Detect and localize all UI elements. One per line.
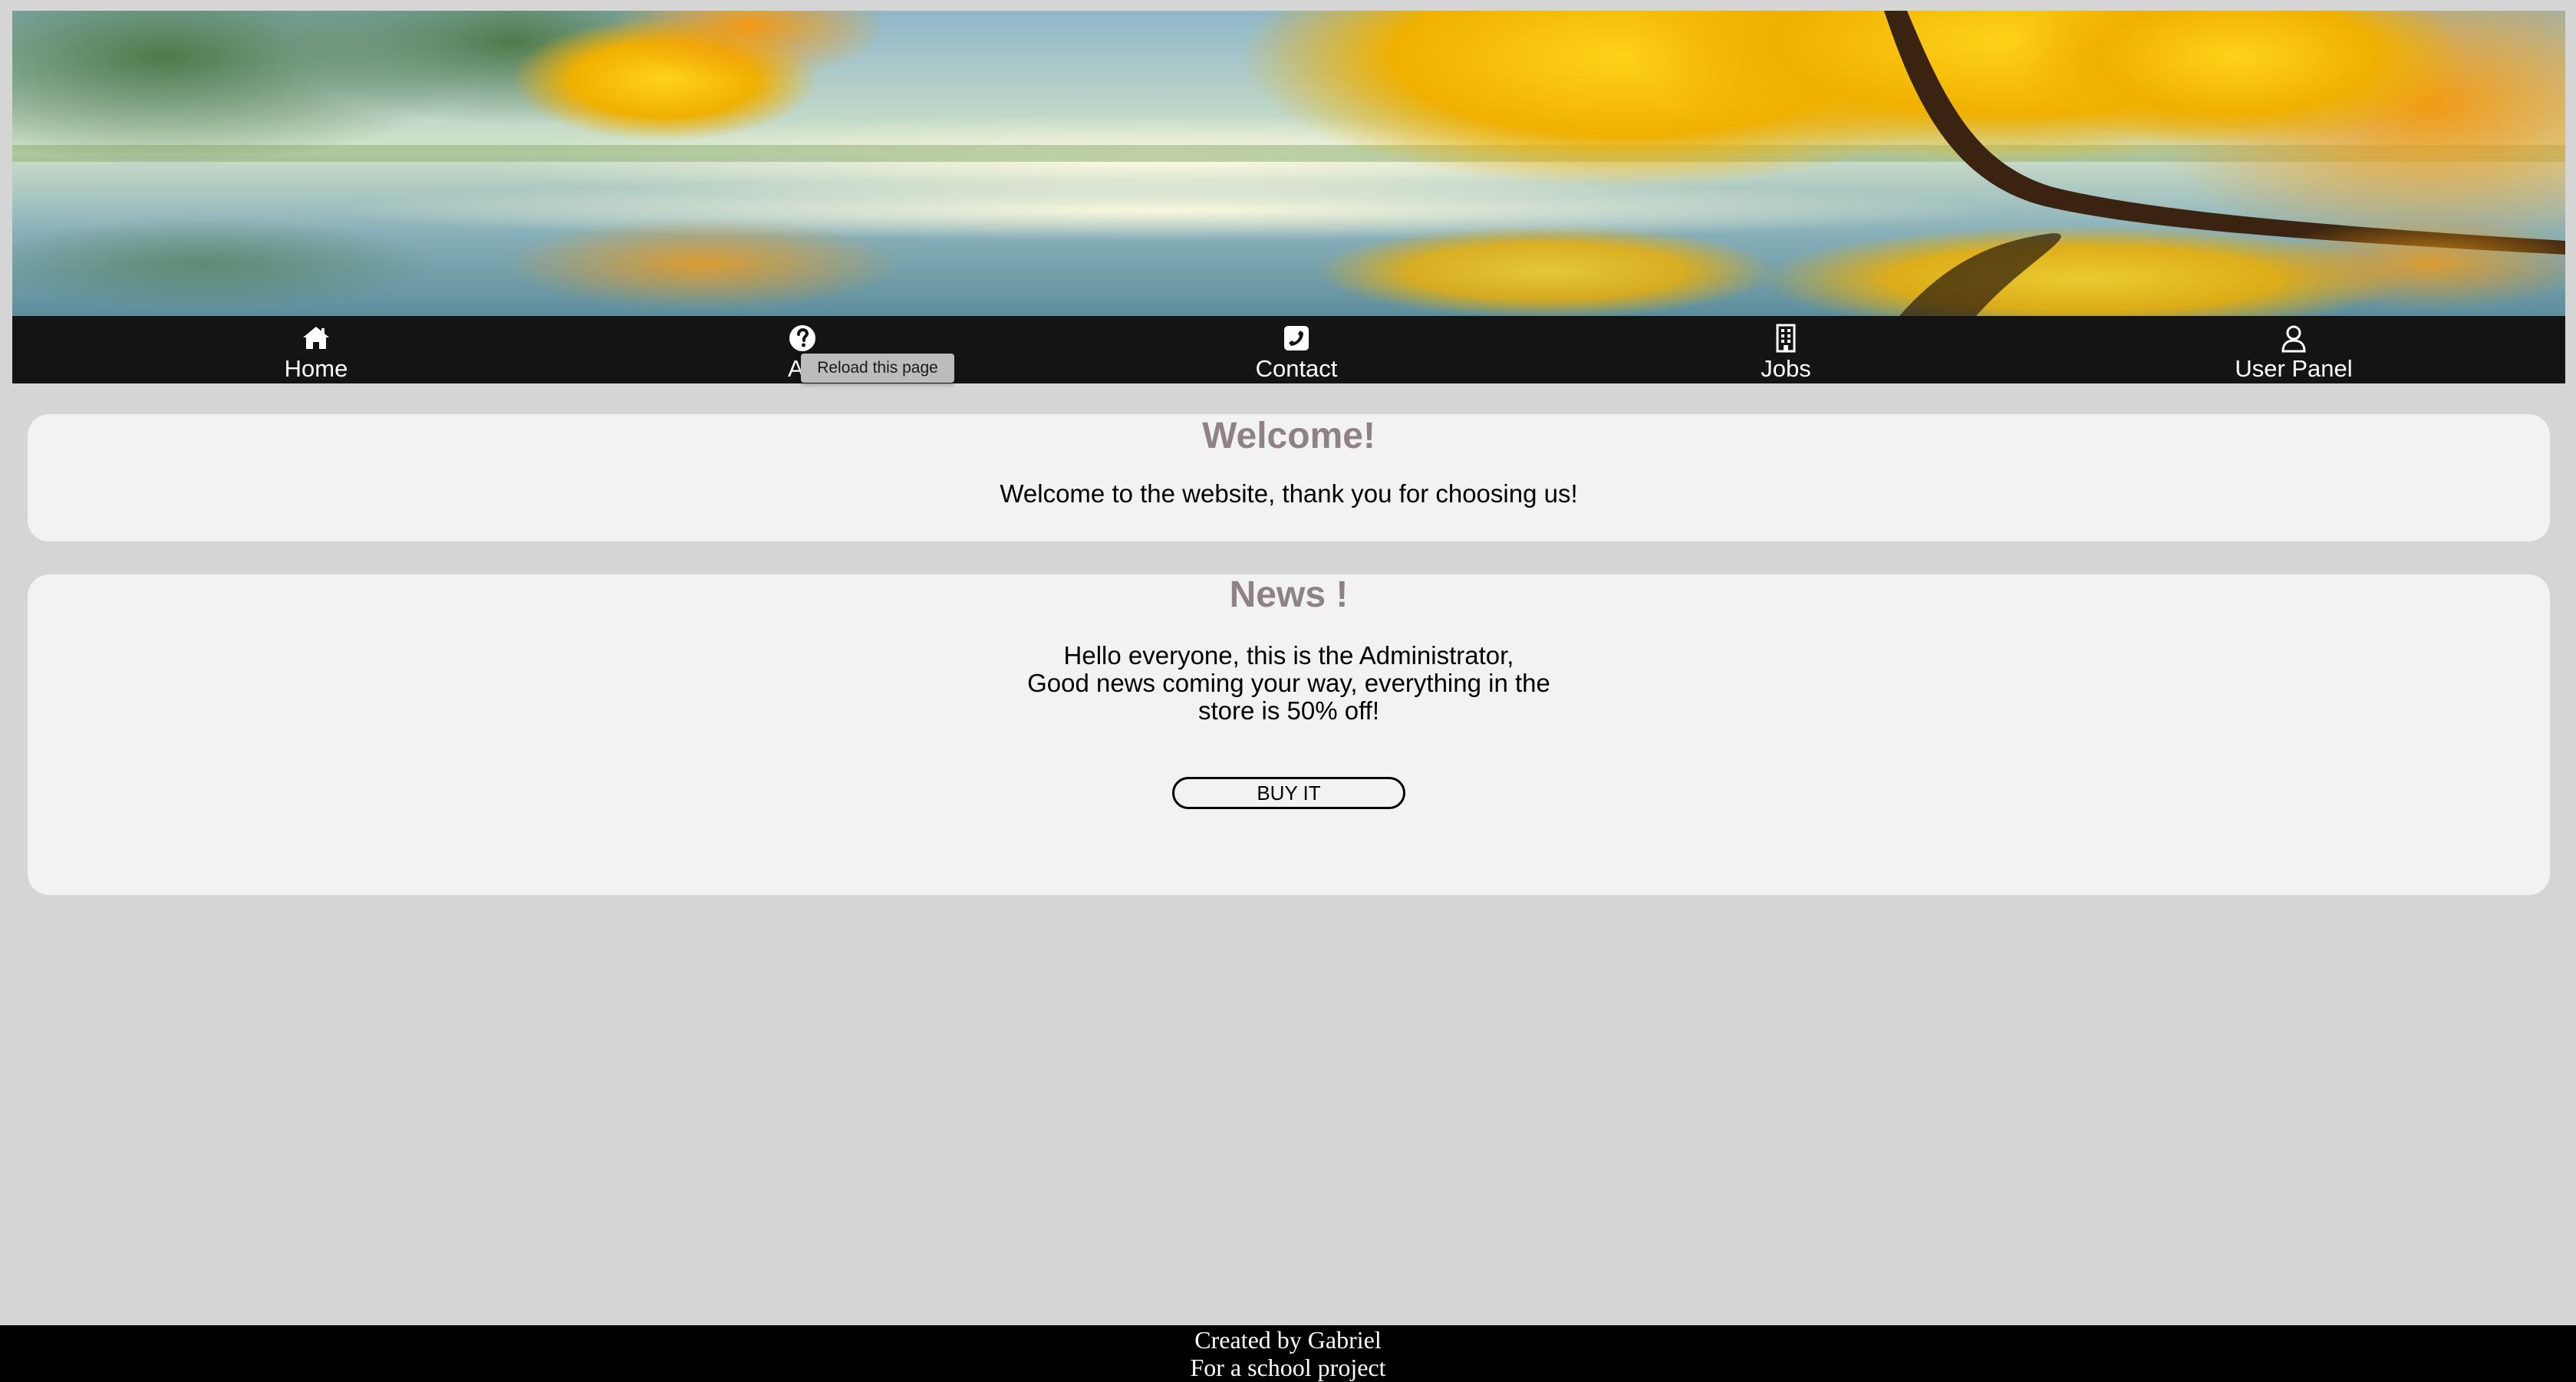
- nav-item-jobs[interactable]: Jobs: [1671, 316, 1901, 383]
- building-icon: [1768, 321, 1804, 356]
- footer-credit: Created by Gabriel: [1194, 1326, 1382, 1354]
- footer-note: For a school project: [1190, 1354, 1386, 1381]
- nav-label-jobs: Jobs: [1761, 355, 1811, 382]
- reload-tooltip: Reload this page: [801, 354, 954, 383]
- welcome-card: Welcome! Welcome to the website, thank y…: [28, 414, 2550, 541]
- question-circle-icon: [785, 321, 820, 356]
- nav-label-user-panel: User Panel: [2235, 355, 2353, 382]
- nav-item-contact[interactable]: Contact: [1181, 316, 1412, 383]
- page: Home Ab Contact Jobs Use: [0, 0, 2576, 1382]
- welcome-text: Welcome to the website, thank you for ch…: [1000, 479, 1578, 508]
- main-navbar: Home Ab Contact Jobs Use: [12, 316, 2565, 383]
- nav-label-home: Home: [284, 355, 348, 382]
- buy-it-button[interactable]: BUY IT: [1172, 777, 1405, 809]
- news-line: store is 50% off!: [1197, 696, 1379, 725]
- header-banner-image: [12, 11, 2565, 316]
- phone-icon: [1279, 321, 1314, 356]
- news-line: Good news coming your way, everything in…: [1027, 669, 1550, 697]
- news-line: Hello everyone, this is the Administrato…: [1063, 641, 1514, 670]
- welcome-title: Welcome!: [1202, 416, 1375, 456]
- news-message: Hello everyone, this is the Administrato…: [28, 642, 2550, 725]
- page-footer: Created by Gabriel For a school project: [0, 1325, 2576, 1382]
- nav-item-home[interactable]: Home: [201, 316, 431, 383]
- news-title: News !: [1229, 574, 1349, 615]
- news-card: News ! Hello everyone, this is the Admin…: [28, 574, 2550, 895]
- home-icon: [298, 321, 334, 356]
- nav-label-contact: Contact: [1255, 355, 1338, 382]
- user-icon: [2276, 321, 2311, 356]
- nav-item-user-panel[interactable]: User Panel: [2179, 316, 2409, 383]
